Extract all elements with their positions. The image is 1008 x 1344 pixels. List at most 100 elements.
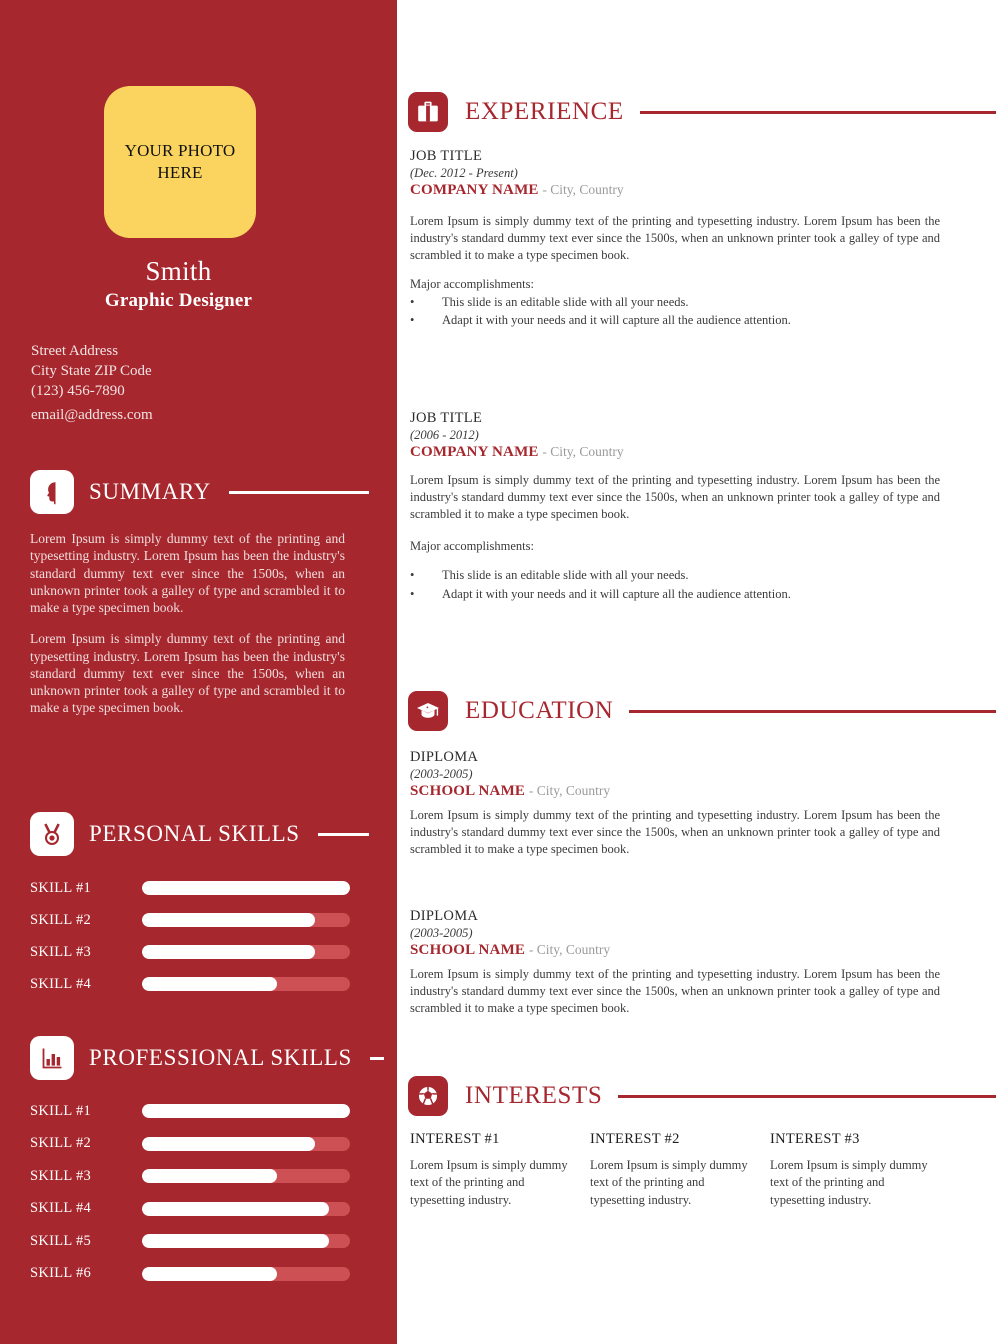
professional-skill-label: SKILL #4 (30, 1200, 92, 1216)
job-dates: (2006 - 2012) (410, 428, 479, 442)
head-silhouette-icon (30, 470, 74, 514)
job-dates: (Dec. 2012 - Present) (410, 166, 518, 180)
briefcase-icon (408, 92, 448, 132)
professional-skill-bar-track (142, 1201, 350, 1216)
diploma-dates: (2003-2005) (410, 767, 473, 781)
interest-title: INTEREST #1 (410, 1131, 500, 1147)
summary-paragraph: Lorem Ipsum is simply dummy text of the … (30, 631, 345, 716)
resume-page: YOUR PHOTO HERE Smith Graphic Designer S… (0, 0, 1008, 1344)
diploma-dates: (2003-2005) (410, 926, 473, 940)
list-item-text: This slide is an editable slide with all… (442, 295, 689, 310)
experience-rule (639, 110, 996, 114)
bullet-glyph: • (410, 587, 415, 602)
professional-skill-row: SKILL #4 (30, 1199, 350, 1219)
professional-skill-bar-fill (142, 1201, 330, 1216)
interest-item: INTEREST #1 Lorem Ipsum is simply dummy … (410, 1131, 590, 1209)
personal-skill-label: SKILL #1 (30, 879, 92, 896)
list-item: • This slide is an editable slide with a… (410, 566, 940, 585)
school-location: - City, Country (528, 783, 611, 798)
bar-chart-icon (30, 1036, 74, 1080)
professional-skill-label: SKILL #3 (30, 1167, 92, 1184)
interest-title: INTEREST #3 (770, 1131, 860, 1147)
contact-email[interactable]: email@address.com (31, 407, 153, 424)
company-location: - City, Country (542, 444, 624, 459)
professional-skill-bar-track (142, 1136, 350, 1151)
person-name: Smith (145, 256, 212, 286)
school-name: SCHOOL NAME (410, 942, 526, 958)
diploma-description: Lorem Ipsum is simply dummy text of the … (410, 808, 940, 857)
accomplishments-label: Major accomplishments: (410, 539, 534, 554)
experience-entry: JOB TITLE (2006 - 2012) COMPANY NAME - C… (410, 410, 940, 604)
summary-heading: SUMMARY (30, 470, 369, 514)
medal-icon (30, 812, 74, 856)
company-line: COMPANY NAME - City, Country (410, 444, 940, 461)
professional-skill-bar-track (142, 1234, 350, 1248)
summary-title: SUMMARY (89, 479, 211, 504)
company-line: COMPANY NAME - City, Country (410, 182, 940, 199)
professional-skill-row: SKILL #5 (30, 1231, 350, 1251)
personal-skill-row: SKILL #2 (30, 910, 350, 930)
list-item: • This slide is an editable slide with a… (410, 294, 940, 312)
personal-skill-bar-track (142, 945, 350, 959)
professional-skill-row: SKILL #6 (30, 1264, 350, 1284)
job-title: JOB TITLE (410, 410, 483, 426)
personal-skill-row: SKILL #4 (30, 974, 350, 994)
company-location: - City, Country (542, 182, 624, 197)
experience-entry: JOB TITLE (Dec. 2012 - Present) COMPANY … (410, 148, 940, 330)
personal-skill-label: SKILL #3 (30, 943, 92, 960)
school-name: SCHOOL NAME (410, 783, 526, 799)
education-entry: DIPLOMA (2003-2005) SCHOOL NAME - City, … (410, 908, 940, 1017)
personal-skill-row: SKILL #1 (30, 878, 350, 898)
bullet-glyph: • (410, 313, 415, 328)
personal-skills-title: PERSONAL SKILLS (89, 821, 300, 846)
accomplishments-list: • This slide is an editable slide with a… (410, 566, 940, 604)
summary-rule (228, 490, 369, 494)
professional-skills-rule (369, 1056, 384, 1060)
photo-placeholder[interactable]: YOUR PHOTO HERE (104, 86, 256, 238)
school-line: SCHOOL NAME - City, Country (410, 942, 940, 959)
professional-skill-row: SKILL #2 (30, 1134, 350, 1154)
main-content: EXPERIENCE JOB TITLE (Dec. 2012 - Presen… (397, 0, 1008, 1344)
personal-skill-bar-fill (142, 881, 350, 895)
interest-item: INTEREST #2 Lorem Ipsum is simply dummy … (590, 1131, 770, 1209)
job-description: Lorem Ipsum is simply dummy text of the … (410, 214, 940, 263)
education-heading: EDUCATION (408, 691, 996, 731)
accomplishments-label: Major accomplishments: (410, 277, 534, 292)
personal-skill-bar-track (142, 977, 350, 991)
summary-body: Lorem Ipsum is simply dummy text of the … (30, 530, 345, 717)
contact-street: Street Address (31, 343, 119, 359)
personal-skill-label: SKILL #4 (30, 975, 92, 992)
personal-skill-bar-fill (142, 913, 315, 927)
company-name: COMPANY NAME (410, 182, 539, 198)
education-title: EDUCATION (465, 697, 614, 724)
professional-skill-label: SKILL #1 (30, 1102, 92, 1119)
graduation-cap-icon (408, 691, 448, 731)
soccer-ball-icon (408, 1076, 448, 1116)
interests-title: INTERESTS (465, 1082, 603, 1109)
professional-skill-bar-track (142, 1169, 350, 1183)
interest-text: Lorem Ipsum is simply dummy text of the … (410, 1158, 568, 1207)
school-location: - City, Country (528, 942, 611, 957)
job-title: JOB TITLE (410, 148, 483, 164)
list-item-text: Adapt it with your needs and it will cap… (442, 587, 791, 602)
personal-skill-bar-fill (142, 945, 315, 959)
professional-skill-bar-fill (142, 1266, 278, 1281)
personal-skill-row: SKILL #3 (30, 942, 350, 962)
professional-skill-bar-fill (142, 1234, 330, 1248)
list-item-text: Adapt it with your needs and it will cap… (442, 313, 791, 328)
company-name: COMPANY NAME (410, 444, 539, 460)
bullet-glyph: • (410, 295, 415, 310)
sidebar: YOUR PHOTO HERE Smith Graphic Designer S… (0, 0, 397, 1344)
summary-paragraph: Lorem Ipsum is simply dummy text of the … (30, 531, 345, 616)
professional-skill-label: SKILL #2 (30, 1135, 92, 1151)
professional-skill-bar-track (142, 1104, 350, 1118)
diploma-description: Lorem Ipsum is simply dummy text of the … (410, 967, 940, 1016)
list-item-text: This slide is an editable slide with all… (442, 568, 689, 583)
professional-skill-bar-fill (142, 1136, 315, 1151)
interest-item: INTEREST #3 Lorem Ipsum is simply dummy … (770, 1131, 950, 1209)
school-line: SCHOOL NAME - City, Country (410, 783, 940, 800)
interests-rule (618, 1094, 996, 1098)
professional-skill-label: SKILL #5 (30, 1232, 92, 1249)
experience-title: EXPERIENCE (465, 98, 624, 125)
interest-title: INTEREST #2 (590, 1131, 680, 1147)
